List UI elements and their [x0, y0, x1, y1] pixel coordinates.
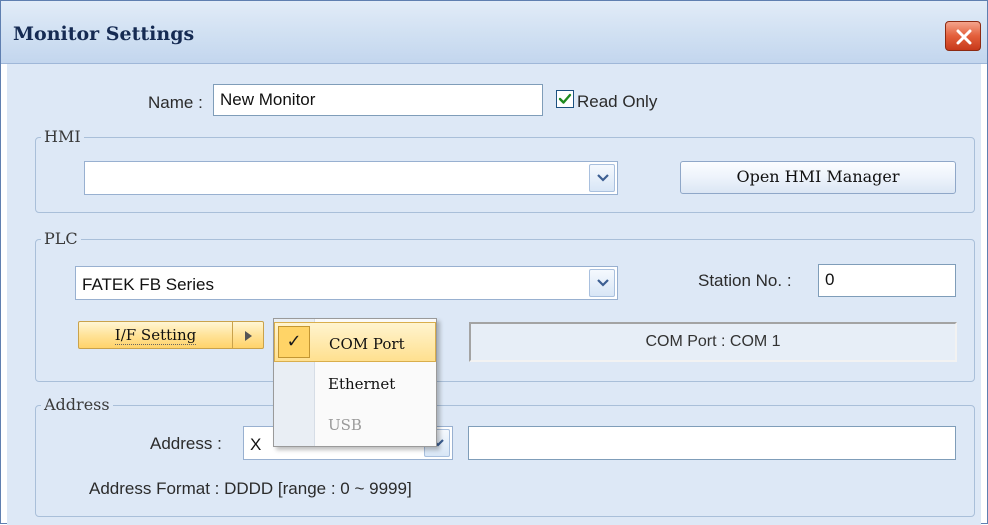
triangle-right-icon — [245, 331, 252, 341]
monitor-settings-dialog: Monitor Settings Name : New Monitor Read… — [0, 0, 988, 525]
chevron-down-icon — [597, 174, 609, 182]
checkmark-icon: ✓ — [278, 326, 310, 358]
address-label: Address : — [150, 434, 222, 453]
address-legend: Address — [41, 395, 113, 414]
menu-item-com-port-label: COM Port — [329, 335, 405, 353]
hmi-select[interactable] — [84, 161, 618, 195]
menu-item-usb-label: USB — [328, 416, 362, 434]
plc-legend: PLC — [41, 229, 81, 248]
plc-select-value: FATEK FB Series — [82, 275, 214, 294]
station-no-label: Station No. : — [698, 271, 792, 290]
address-group — [35, 405, 975, 517]
if-setting-label[interactable]: I/F Setting — [79, 322, 233, 348]
window-title: Monitor Settings — [13, 23, 195, 45]
menu-item-ethernet[interactable]: Ethernet — [274, 363, 436, 403]
if-setting-arrow[interactable] — [234, 322, 264, 348]
name-label: Name : — [148, 93, 203, 112]
plc-select-arrow[interactable] — [589, 269, 615, 297]
if-setting-button[interactable]: I/F Setting — [78, 321, 264, 349]
dialog-content: Name : New Monitor Read Only HMI Open HM… — [7, 64, 981, 525]
address-input[interactable] — [468, 426, 956, 460]
device-select-value: X — [250, 435, 262, 454]
plc-select[interactable]: FATEK FB Series — [75, 266, 618, 300]
chevron-down-icon — [597, 279, 609, 287]
menu-item-com-port[interactable]: ✓ COM Port — [274, 322, 436, 362]
open-hmi-manager-button[interactable]: Open HMI Manager — [680, 161, 956, 194]
hmi-legend: HMI — [41, 127, 84, 146]
menu-item-usb: USB — [274, 404, 436, 444]
checkmark-icon — [558, 93, 572, 104]
if-setting-menu: ✓ COM Port Ethernet USB — [273, 318, 437, 447]
menu-item-ethernet-label: Ethernet — [328, 375, 396, 393]
close-button[interactable] — [945, 21, 981, 51]
read-only-label: Read Only — [577, 92, 658, 111]
hmi-select-arrow[interactable] — [589, 164, 615, 192]
read-only-checkbox[interactable] — [556, 90, 574, 108]
station-no-input[interactable]: 0 — [818, 264, 956, 297]
address-format-text: Address Format : DDDD [range : 0 ~ 9999] — [89, 479, 412, 498]
title-bar: Monitor Settings — [1, 1, 987, 64]
interface-status: COM Port : COM 1 — [469, 322, 957, 362]
close-icon — [956, 29, 972, 45]
name-input[interactable]: New Monitor — [213, 84, 543, 116]
